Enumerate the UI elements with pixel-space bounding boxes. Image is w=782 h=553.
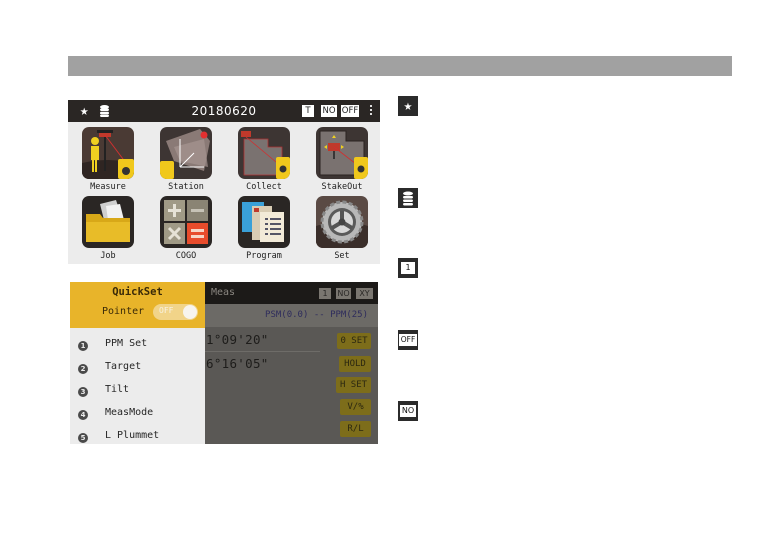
app-cogo[interactable]: COGO (156, 196, 216, 261)
quickset-item-ppm-set[interactable]: 1 PPM Set (70, 337, 205, 360)
app-label: Measure (90, 182, 126, 192)
badge-text: 1 (401, 262, 415, 274)
quickset-item-l-plummet[interactable]: 5 L Plummet (70, 429, 205, 444)
toggle-knob (183, 305, 197, 319)
app-label: Collect (246, 182, 282, 192)
zero-set-button[interactable]: 0 SET (337, 333, 371, 349)
app-label: Station (168, 182, 204, 192)
number-badge: 5 (78, 433, 88, 443)
item-label: Tilt (105, 384, 130, 395)
laser-badge[interactable]: OFF (341, 105, 359, 117)
app-job[interactable]: Job (78, 196, 138, 261)
pointer-toggle[interactable]: OFF (153, 304, 198, 320)
app-measure[interactable]: Measure (78, 127, 138, 192)
target-badge[interactable]: T (302, 105, 314, 117)
item-label: L Plummet (105, 430, 160, 441)
hold-button[interactable]: HOLD (339, 356, 371, 372)
app-stakeout[interactable]: StakeOut (312, 127, 372, 192)
badge-text: NO (400, 405, 416, 417)
app-program[interactable]: Program (234, 196, 294, 261)
compensator-badge[interactable]: NO (321, 105, 337, 117)
target-badge[interactable]: 1 (319, 288, 331, 299)
measure-icon (82, 127, 134, 179)
h-set-button[interactable]: H SET (336, 377, 371, 393)
item-label: Target (105, 361, 142, 372)
quickset-screen: Meas 1 NO XY PSM(0.0) -- PPM(25) 1°09'20… (70, 282, 378, 444)
app-label: Program (246, 251, 282, 261)
toggle-state: OFF (159, 306, 174, 315)
program-icon (238, 196, 290, 248)
more-vertical-icon[interactable] (368, 104, 374, 118)
app-label: Job (100, 251, 116, 261)
v-percent-button[interactable]: V/% (340, 399, 371, 415)
psm-ppm-row: PSM(0.0) -- PPM(25) (205, 304, 378, 328)
meas-title: Meas (211, 287, 236, 298)
settings-gear-icon (316, 196, 368, 248)
compensator-badge[interactable]: NO (336, 288, 351, 299)
meas-title-bar: Meas 1 NO XY (205, 282, 378, 304)
vertical-angle-value: 1°09'20" (206, 332, 269, 347)
badge-text: OFF (399, 334, 417, 346)
number-badge: 2 (78, 364, 88, 374)
quickset-panel: QuickSet Pointer OFF 1 PPM Set 2 Target … (70, 282, 205, 444)
database-icon[interactable] (100, 105, 109, 117)
quickset-item-measmode[interactable]: 4 MeasMode (70, 406, 205, 429)
section-header-band (68, 56, 732, 76)
compensator-badge-icon: NO (398, 401, 418, 421)
target-badge-icon: 1 (398, 258, 418, 278)
job-folder-icon (82, 196, 134, 248)
cogo-calculator-icon (160, 196, 212, 248)
laser-badge-icon: OFF (398, 330, 418, 350)
stakeout-icon (316, 127, 368, 179)
pointer-label: Pointer (102, 306, 145, 317)
quickset-item-tilt[interactable]: 3 Tilt (70, 383, 205, 406)
app-collect[interactable]: Collect (234, 127, 294, 192)
quickset-item-target[interactable]: 2 Target (70, 360, 205, 383)
quickset-header: QuickSet Pointer OFF (70, 282, 205, 328)
r-l-button[interactable]: R/L (340, 421, 371, 437)
app-set[interactable]: Set (312, 196, 372, 261)
number-badge: 3 (78, 387, 88, 397)
item-label: PPM Set (105, 338, 148, 349)
database-icon (398, 188, 418, 208)
main-menu-screen: ★ 20180620 T NO OFF Measure Station Coll… (68, 100, 380, 264)
psm-ppm-text: PSM(0.0) -- PPM(25) (265, 310, 368, 320)
star-icon: ★ (398, 96, 418, 116)
status-bar: ★ 20180620 T NO OFF (68, 100, 380, 122)
app-station[interactable]: Station (156, 127, 216, 192)
collect-icon (238, 127, 290, 179)
station-icon (160, 127, 212, 179)
coordinate-badge[interactable]: XY (356, 288, 373, 299)
item-label: MeasMode (105, 407, 154, 418)
number-badge: 4 (78, 410, 88, 420)
quickset-title: QuickSet (112, 286, 163, 298)
app-label: Set (334, 251, 350, 261)
divider (205, 351, 320, 352)
app-label: COGO (175, 251, 197, 261)
number-badge: 1 (78, 341, 88, 351)
horizontal-angle-value: 6°16'05" (206, 356, 269, 371)
star-icon[interactable]: ★ (80, 103, 88, 119)
app-label: StakeOut (321, 182, 363, 192)
